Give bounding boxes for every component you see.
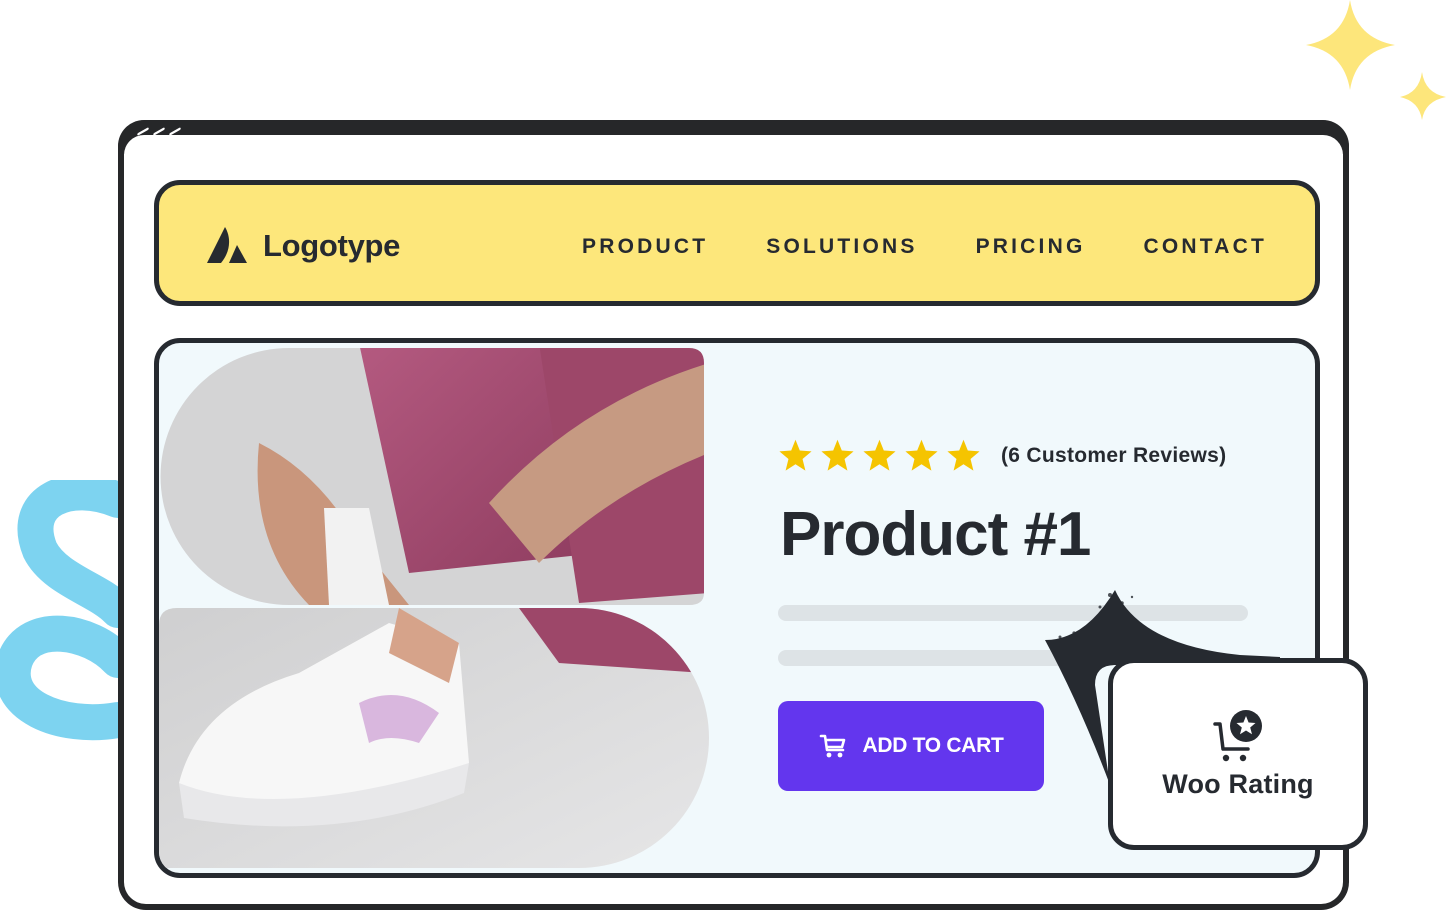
cart-star-icon — [1213, 709, 1262, 761]
cart-icon — [819, 734, 845, 758]
browser-titlebar — [118, 120, 1349, 155]
star-filled-icon — [904, 439, 939, 472]
star-rating — [778, 439, 981, 472]
woo-rating-label: Woo Rating — [1162, 768, 1314, 799]
woo-rating-card[interactable]: Woo Rating — [1108, 658, 1368, 850]
nav-links: PRODUCT SOLUTIONS PRICING CONTACT — [582, 235, 1267, 259]
nav-link-solutions[interactable]: SOLUTIONS — [766, 235, 917, 259]
product-title: Product #1 — [780, 500, 1091, 569]
star-filled-icon — [946, 439, 981, 472]
squiggle-decoration — [0, 480, 125, 741]
nav-link-contact[interactable]: CONTACT — [1144, 235, 1268, 259]
site-logo[interactable]: Logotype — [207, 225, 400, 267]
star-filled-icon — [778, 439, 813, 472]
sparkle-large-icon — [1306, 0, 1395, 90]
add-to-cart-button[interactable]: ADD TO CART — [778, 701, 1044, 791]
site-navbar: Logotype PRODUCT SOLUTIONS PRICING CONTA… — [154, 180, 1320, 306]
window-dots — [137, 127, 181, 136]
star-filled-icon — [820, 439, 855, 472]
logo-text: Logotype — [263, 228, 401, 263]
reviews-link[interactable]: (6 Customer Reviews) — [1001, 444, 1226, 468]
sparkle-small-icon — [1400, 72, 1446, 120]
rating-row: (6 Customer Reviews) — [778, 439, 1226, 472]
product-image — [159, 348, 709, 868]
add-to-cart-label: ADD TO CART — [862, 734, 1004, 757]
star-filled-icon — [862, 439, 897, 472]
nav-link-pricing[interactable]: PRICING — [976, 235, 1086, 259]
nav-link-product[interactable]: PRODUCT — [582, 235, 708, 259]
logo-mark-icon — [207, 227, 247, 263]
sparkles-decoration — [1306, 0, 1446, 120]
